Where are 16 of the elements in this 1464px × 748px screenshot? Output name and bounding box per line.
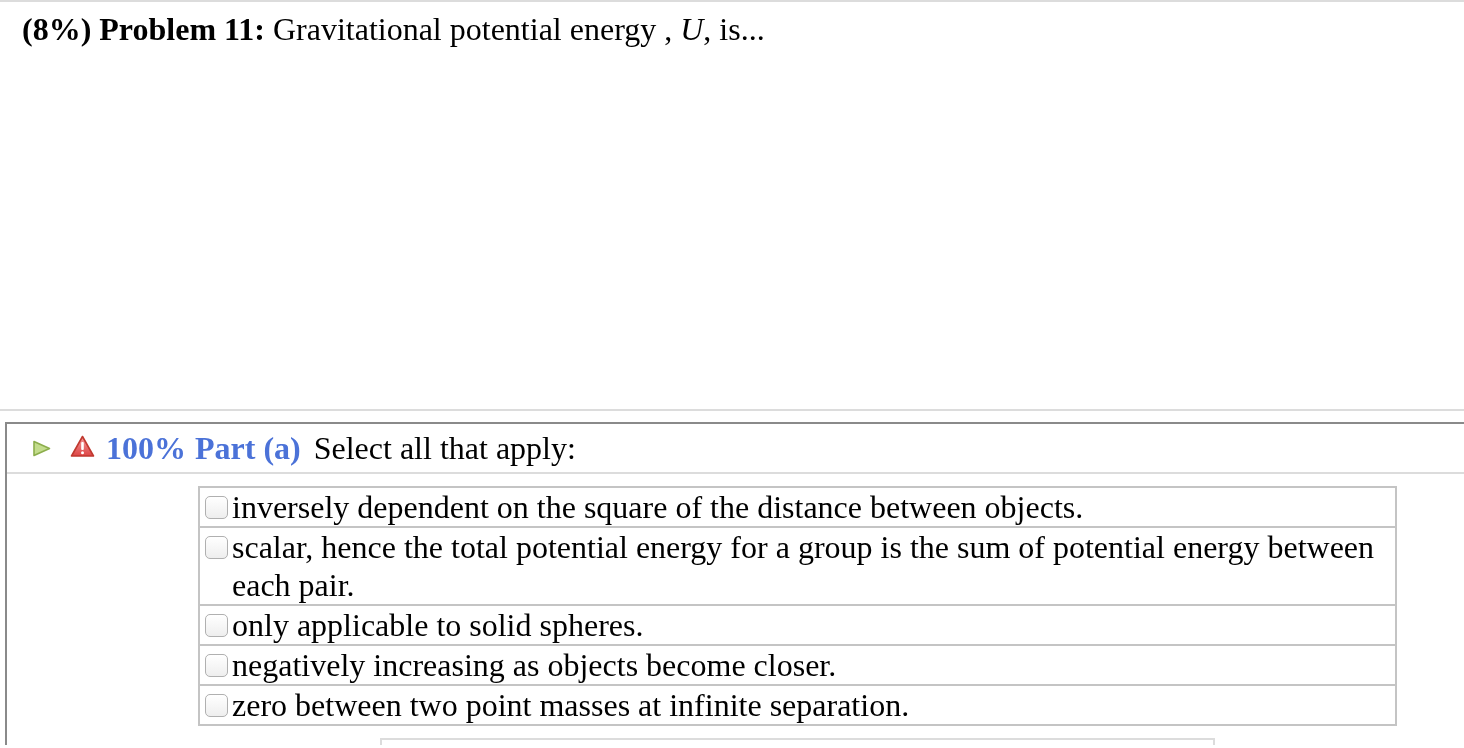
instruction-text: Select all that apply: xyxy=(313,429,576,467)
play-icon[interactable] xyxy=(32,439,51,457)
option-text: zero between two point masses at infinite separation. xyxy=(232,686,910,724)
problem-statement: (8%) Problem 11: Gravitational potential energy , U, is... xyxy=(22,11,765,47)
part-label[interactable]: Part (a) xyxy=(195,429,301,467)
part-score: 100% xyxy=(106,429,186,467)
option-text: negatively increasing as objects become closer. xyxy=(232,646,837,684)
option-text: only applicable to solid spheres. xyxy=(232,606,644,644)
checkbox[interactable] xyxy=(205,694,228,717)
option-text: scalar, hence the total potential energy for a group is the sum of potential energy between each pair. xyxy=(232,528,1376,604)
checkbox[interactable] xyxy=(205,496,228,519)
checkbox[interactable] xyxy=(205,536,228,559)
warning-icon xyxy=(70,434,95,458)
checkbox[interactable] xyxy=(205,654,228,677)
option-text: inversely dependent on the square of the distance between objects. xyxy=(232,488,1084,526)
checkbox[interactable] xyxy=(205,614,228,637)
